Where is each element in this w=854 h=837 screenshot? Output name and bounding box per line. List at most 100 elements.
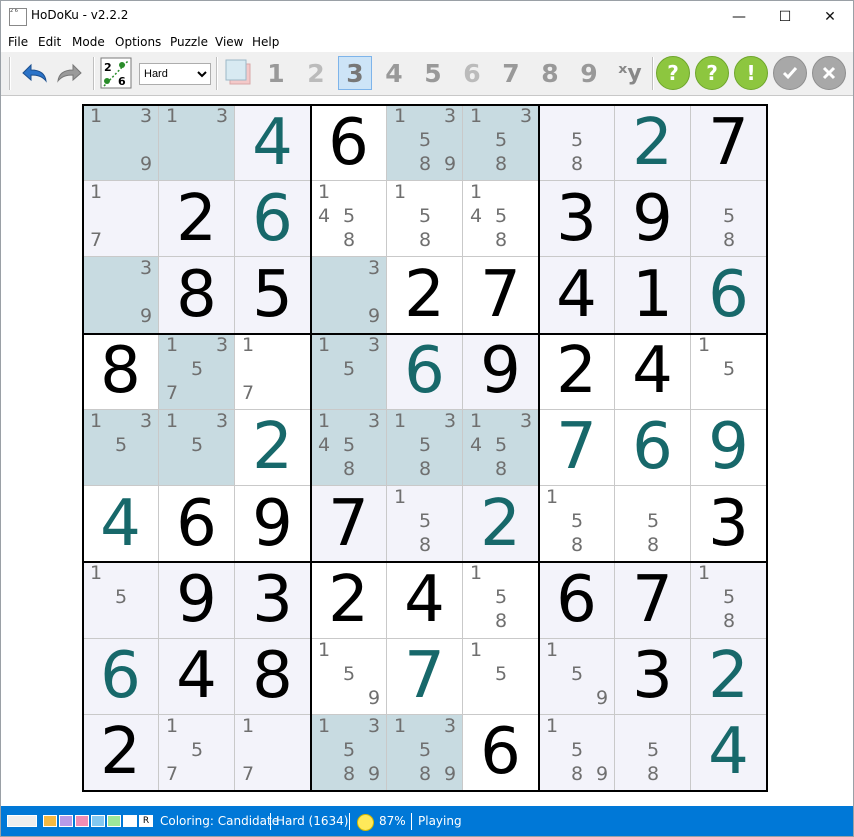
sudoku-cell[interactable]: 7 (615, 562, 691, 639)
sudoku-cell[interactable]: 4 (615, 333, 691, 410)
sudoku-cell[interactable]: 2 (691, 638, 767, 715)
sudoku-cell[interactable]: 1458 (463, 181, 539, 258)
sudoku-cell[interactable]: 3 (691, 486, 767, 563)
color-swatch-purple[interactable] (59, 815, 73, 827)
menu-edit[interactable]: Edit (38, 35, 61, 49)
sudoku-cell[interactable]: 6 (615, 409, 691, 487)
sudoku-cell[interactable]: 6 (463, 714, 539, 791)
color-swatch-orange[interactable] (43, 815, 57, 827)
sudoku-cell[interactable]: 58 (615, 714, 691, 791)
menu-view[interactable]: View (215, 35, 243, 49)
menu-file[interactable]: File (8, 35, 28, 49)
sudoku-cell[interactable]: 58 (615, 486, 691, 563)
sudoku-cell[interactable]: 9 (159, 562, 235, 639)
difficulty-select[interactable]: Hard (139, 63, 211, 85)
candidate-mode-button[interactable]: 2 6 (99, 56, 133, 90)
sudoku-cell[interactable]: 4 (387, 562, 463, 639)
sudoku-cell[interactable]: 15 (83, 562, 159, 639)
color-swatch-white[interactable] (123, 815, 137, 827)
sudoku-cell[interactable]: 158 (387, 181, 463, 258)
sudoku-cell[interactable]: 7 (463, 257, 539, 334)
filter-number-6[interactable]: 6 (455, 56, 489, 90)
sudoku-cell[interactable]: 1 3589 (387, 105, 463, 182)
sudoku-cell[interactable]: 39 (83, 257, 159, 334)
undo-button[interactable] (15, 56, 51, 90)
sudoku-cell[interactable]: 4 (159, 638, 235, 715)
sudoku-cell[interactable]: 6 (83, 638, 159, 715)
menu-puzzle[interactable]: Puzzle (170, 35, 208, 49)
sudoku-cell[interactable]: 6 (235, 181, 311, 258)
sudoku-cell[interactable]: 159 (539, 638, 615, 715)
filter-number-4[interactable]: 4 (377, 56, 411, 90)
sudoku-cell[interactable]: 4 (235, 105, 311, 182)
sudoku-cell[interactable]: 6 (311, 105, 387, 182)
sudoku-cell[interactable]: 1 3589 (311, 714, 387, 791)
sudoku-cell[interactable]: 1 35 (83, 409, 159, 487)
color-swatch-pink[interactable] (75, 815, 89, 827)
minimize-button[interactable]: — (716, 1, 762, 32)
sudoku-cell[interactable]: 4 (83, 486, 159, 563)
close-button[interactable]: ✕ (807, 1, 853, 32)
sudoku-cell[interactable]: 3 (615, 638, 691, 715)
check-button[interactable] (773, 56, 807, 90)
color-swatch-current[interactable] (7, 815, 37, 827)
sudoku-cell[interactable]: 39 (311, 257, 387, 334)
sudoku-cell[interactable]: 8 (159, 257, 235, 334)
color-reset-button[interactable]: R (139, 815, 153, 827)
xy-filter-button[interactable]: ˣy (611, 56, 649, 90)
sudoku-cell[interactable]: 6 (387, 333, 463, 410)
sudoku-cell[interactable]: 5 (235, 257, 311, 334)
sudoku-cell[interactable]: 1 35 (159, 409, 235, 487)
sudoku-cell[interactable]: 8 (235, 638, 311, 715)
sudoku-cell[interactable]: 1 35 (311, 333, 387, 410)
sudoku-cell[interactable]: 158 (387, 486, 463, 563)
sudoku-cell[interactable]: 2 (235, 409, 311, 487)
sudoku-cell[interactable]: 1 3 9 (83, 105, 159, 182)
sudoku-cell[interactable]: 7 (387, 638, 463, 715)
filter-number-8[interactable]: 8 (533, 56, 567, 90)
filter-number-7[interactable]: 7 (494, 56, 528, 90)
sudoku-cell[interactable]: 6 (159, 486, 235, 563)
sudoku-cell[interactable]: 2 (159, 181, 235, 258)
filter-number-5[interactable]: 5 (416, 56, 450, 90)
sudoku-cell[interactable]: 3 (235, 562, 311, 639)
color-swatch-blue[interactable] (91, 815, 105, 827)
sudoku-cell[interactable]: 17 (83, 181, 159, 258)
sudoku-cell[interactable]: 58 (691, 181, 767, 258)
sudoku-cell[interactable]: 158 (463, 562, 539, 639)
color-swatch-green[interactable] (107, 815, 121, 827)
filter-number-9[interactable]: 9 (572, 56, 606, 90)
sudoku-cell[interactable]: 15 (463, 638, 539, 715)
sudoku-cell[interactable]: 7 (539, 409, 615, 487)
sudoku-cell[interactable]: 9 (235, 486, 311, 563)
sudoku-cell[interactable]: 1 358 (387, 409, 463, 487)
sudoku-cell[interactable]: 1458 (311, 181, 387, 258)
sudoku-cell[interactable]: 1 357 (159, 333, 235, 410)
sudoku-cell[interactable]: 7 (691, 105, 767, 182)
hint-button[interactable]: ? (656, 56, 690, 90)
sudoku-cell[interactable]: 8 (83, 333, 159, 410)
sudoku-cell[interactable]: 7 (311, 486, 387, 563)
sudoku-cell[interactable]: 6 (691, 257, 767, 334)
sudoku-cell[interactable]: 1 358 (463, 105, 539, 182)
abort-button[interactable] (812, 56, 846, 90)
redo-button[interactable] (53, 56, 89, 90)
sudoku-cell[interactable]: 2 (539, 333, 615, 410)
sudoku-cell[interactable]: 1589 (539, 714, 615, 791)
maximize-button[interactable]: ☐ (762, 1, 808, 32)
sudoku-cell[interactable]: 9 (463, 333, 539, 410)
filter-number-3[interactable]: 3 (338, 56, 372, 90)
sudoku-cell[interactable]: 1 3 458 (311, 409, 387, 487)
sudoku-cell[interactable]: 1 (615, 257, 691, 334)
sudoku-cell[interactable]: 158 (539, 486, 615, 563)
sudoku-cell[interactable]: 158 (691, 562, 767, 639)
menu-help[interactable]: Help (252, 35, 279, 49)
sudoku-cell[interactable]: 1 3 458 (463, 409, 539, 487)
sudoku-cell[interactable]: 15 (691, 333, 767, 410)
sudoku-cell[interactable]: 2 (387, 257, 463, 334)
filter-number-2[interactable]: 2 (299, 56, 333, 90)
sudoku-cell[interactable]: 6 (539, 562, 615, 639)
menu-mode[interactable]: Mode (72, 35, 105, 49)
sudoku-cell[interactable]: 13 (159, 105, 235, 182)
sudoku-cell[interactable]: 2 (83, 714, 159, 791)
